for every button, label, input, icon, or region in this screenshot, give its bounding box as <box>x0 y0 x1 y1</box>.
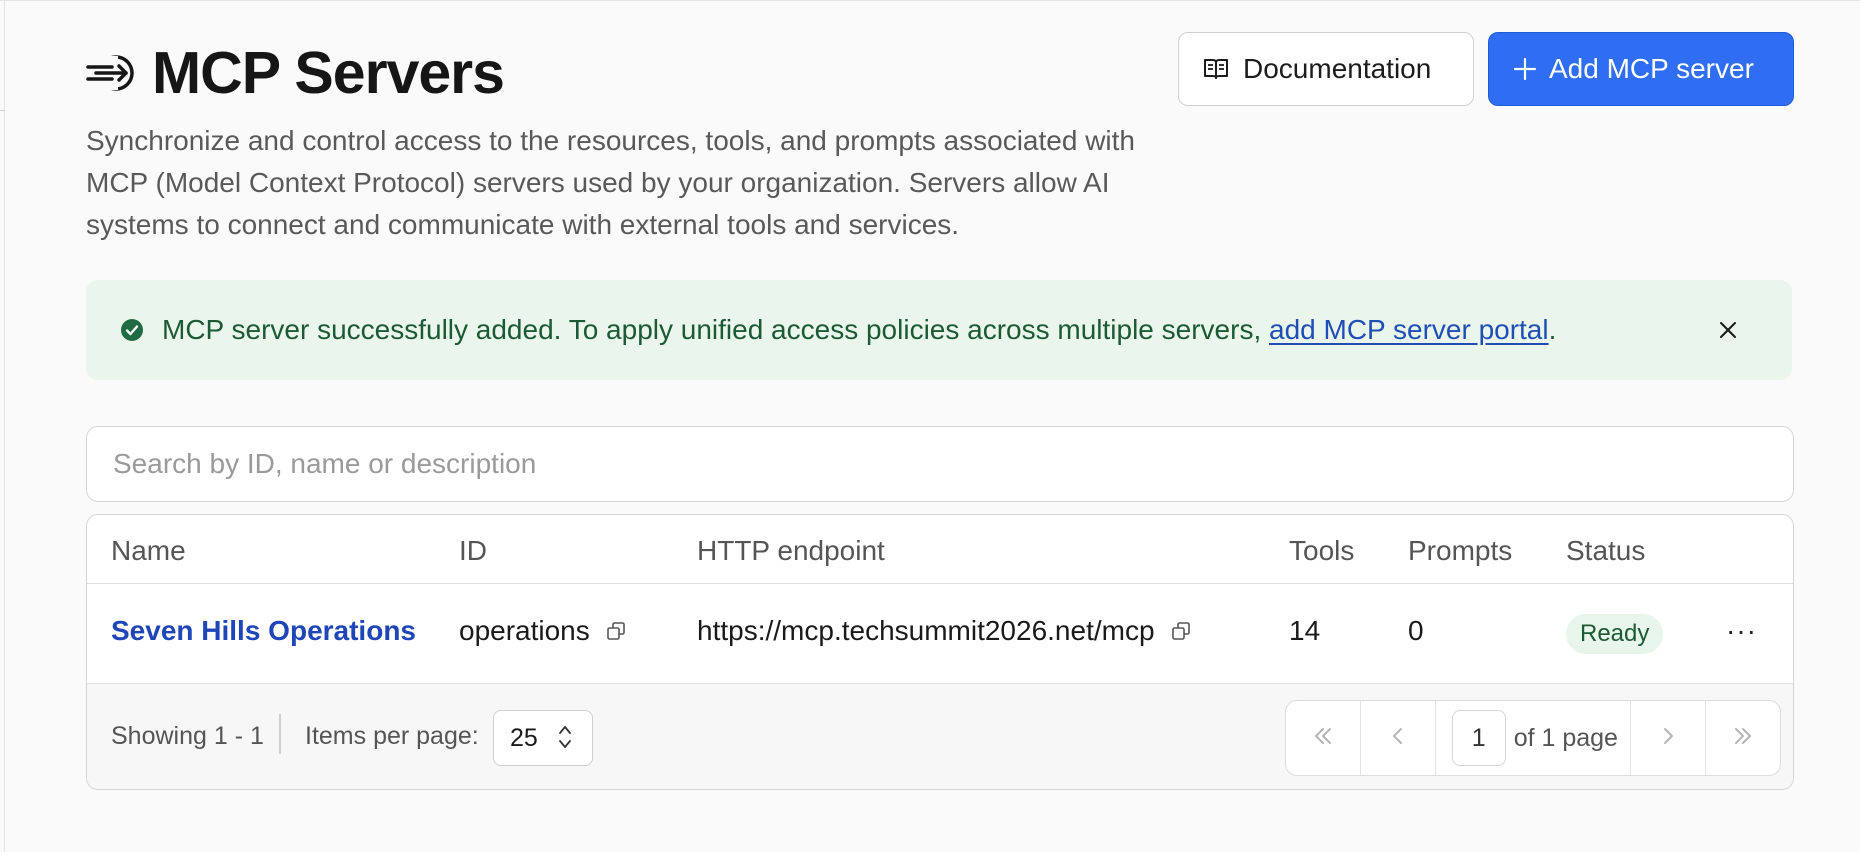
table-header: Name ID HTTP endpoint Tools Prompts Stat… <box>87 515 1793 584</box>
page-indicator: 1 of 1 page <box>1436 701 1632 775</box>
alert-text: MCP server successfully added. To apply … <box>162 314 1269 345</box>
check-circle-icon <box>120 318 144 342</box>
window-left-border <box>4 0 5 852</box>
add-mcp-server-portal-link[interactable]: add MCP server portal <box>1269 314 1549 345</box>
servers-table: Name ID HTTP endpoint Tools Prompts Stat… <box>86 514 1794 790</box>
pagination: 1 of 1 page <box>1285 700 1781 776</box>
first-page-button[interactable] <box>1286 701 1361 775</box>
alert-message: MCP server successfully added. To apply … <box>162 314 1556 346</box>
column-header-http-endpoint[interactable]: HTTP endpoint <box>697 535 885 567</box>
items-per-page-value: 25 <box>510 723 538 752</box>
chevrons-right-icon <box>1732 726 1754 751</box>
previous-page-button[interactable] <box>1361 701 1436 775</box>
search-box <box>86 426 1794 502</box>
page-title: MCP Servers <box>152 40 505 106</box>
page-description: Synchronize and control access to the re… <box>86 125 1135 240</box>
column-header-tools[interactable]: Tools <box>1289 535 1354 567</box>
status-badge: Ready <box>1566 614 1664 654</box>
window-top-border <box>0 0 1860 1</box>
copy-icon[interactable] <box>1171 621 1191 641</box>
server-id: operations <box>459 615 590 646</box>
items-per-page-label: Items per page: <box>305 722 479 750</box>
window-tick <box>0 110 5 111</box>
mcp-plug-icon <box>86 50 138 96</box>
table-footer: Showing 1 - 1 Items per page: 25 1 of 1 … <box>87 684 1793 789</box>
chevrons-left-icon <box>1312 726 1334 751</box>
search-input[interactable] <box>111 447 1793 481</box>
column-header-prompts[interactable]: Prompts <box>1408 535 1512 567</box>
chevron-left-icon <box>1391 726 1405 751</box>
tools-count: 14 <box>1289 615 1321 646</box>
add-mcp-server-label: Add MCP server <box>1549 53 1754 84</box>
header-actions: Documentation Add MCP server <box>1178 32 1794 106</box>
page-header: MCP Servers <box>86 38 505 108</box>
more-actions-icon[interactable]: ··· <box>1726 615 1757 647</box>
showing-count: Showing 1 - 1 <box>111 722 264 750</box>
prompts-count: 0 <box>1408 615 1424 646</box>
items-per-page-select[interactable]: 25 <box>493 710 593 766</box>
table-row[interactable]: Seven Hills Operations operations https:… <box>87 583 1793 684</box>
server-id-cell: operations <box>459 615 626 647</box>
next-page-button[interactable] <box>1631 701 1707 775</box>
alert-suffix: . <box>1548 314 1557 345</box>
last-page-button[interactable] <box>1706 701 1780 775</box>
success-alert: MCP server successfully added. To apply … <box>86 280 1792 380</box>
documentation-button[interactable]: Documentation <box>1178 32 1474 106</box>
endpoint-cell: https://mcp.techsummit2026.net/mcp <box>697 615 1191 647</box>
documentation-label: Documentation <box>1243 53 1432 84</box>
column-header-name[interactable]: Name <box>111 535 186 567</box>
page-number-input[interactable]: 1 <box>1451 710 1506 766</box>
page-total: of 1 page <box>1513 723 1618 752</box>
chevron-right-icon <box>1661 726 1675 751</box>
server-name-link[interactable]: Seven Hills Operations <box>111 615 416 647</box>
book-icon <box>1203 57 1229 81</box>
footer-divider <box>279 714 281 754</box>
plus-icon <box>1513 57 1537 81</box>
http-endpoint: https://mcp.techsummit2026.net/mcp <box>697 615 1155 646</box>
column-header-status[interactable]: Status <box>1566 535 1645 567</box>
add-mcp-server-button[interactable]: Add MCP server <box>1488 32 1794 106</box>
close-icon[interactable] <box>1714 316 1742 344</box>
copy-icon[interactable] <box>606 621 626 641</box>
column-header-id[interactable]: ID <box>459 535 487 567</box>
chevron-up-down-icon <box>558 723 572 751</box>
